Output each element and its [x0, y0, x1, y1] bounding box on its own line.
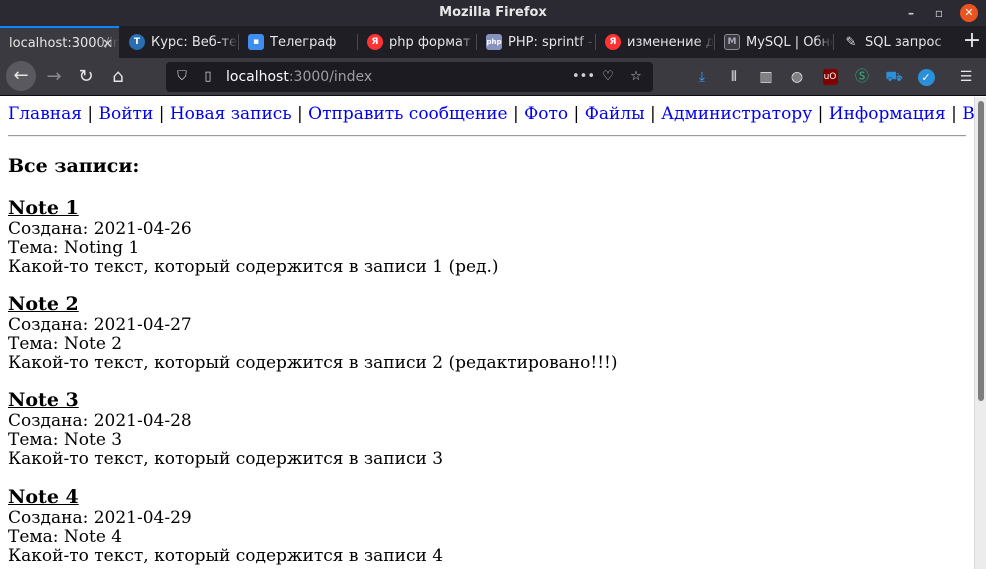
- metanit-icon: M: [724, 34, 740, 50]
- forward-arrow-icon[interactable]: →: [40, 63, 68, 91]
- yandex-icon: Я: [605, 34, 621, 50]
- nav-link-login[interactable]: Войти: [99, 104, 154, 124]
- note-created: Создана: 2021-04-28: [8, 411, 192, 431]
- extension-s-icon[interactable]: Ⓢ: [852, 67, 872, 87]
- tab-php-date[interactable]: Я php формат даты: [358, 26, 476, 58]
- scrollbar-thumb[interactable]: [978, 101, 984, 401]
- library-icon[interactable]: ⫴: [724, 67, 744, 87]
- nav-link-home[interactable]: Главная: [8, 104, 82, 124]
- extension-bird-icon[interactable]: ✓: [916, 67, 936, 87]
- hamburger-menu-icon[interactable]: ☰: [956, 67, 976, 87]
- tab-strip: localhost:3000/index ✕ T Курс: Веб-техно…: [0, 26, 986, 58]
- nav-link-files[interactable]: Файлы: [585, 104, 645, 124]
- note-topic: Тема: Note 3: [8, 430, 123, 450]
- url-path: :3000/index: [288, 69, 373, 85]
- vertical-scrollbar[interactable]: [974, 97, 986, 569]
- note-topic: Тема: Note 2: [8, 334, 123, 354]
- ublock-icon[interactable]: uO: [820, 67, 840, 87]
- back-arrow-icon[interactable]: ←: [6, 61, 36, 91]
- tab-label: Телеграф: [270, 34, 337, 50]
- page-info-icon[interactable]: ▯: [198, 67, 218, 87]
- course-icon: T: [129, 34, 145, 50]
- tab-php-sprintf[interactable]: php PHP: sprintf - Manual: [477, 26, 595, 58]
- tab-mysql[interactable]: M MySQL | Обновление: [715, 26, 833, 58]
- tab-date-change[interactable]: Я изменение даты: [596, 26, 714, 58]
- sidebar-icon[interactable]: ▥: [756, 67, 776, 87]
- site-navigation: Главная | Войти | Новая запись | Отправи…: [8, 104, 974, 124]
- cart-icon[interactable]: ⛟: [884, 67, 904, 87]
- divider: [8, 135, 966, 137]
- tab-label: Курс: Веб-технологии: [151, 34, 238, 50]
- more-actions-icon[interactable]: •••: [572, 67, 595, 87]
- sql-icon: ✎: [845, 34, 857, 50]
- download-icon[interactable]: ⤓: [692, 67, 712, 87]
- nav-link-logout[interactable]: Выйти: [962, 104, 974, 124]
- nav-link-photo[interactable]: Фото: [524, 104, 568, 124]
- tab-course[interactable]: T Курс: Веб-технологии: [120, 26, 238, 58]
- tab-label: MySQL | Обновление: [746, 34, 833, 50]
- page-content: Главная | Войти | Новая запись | Отправи…: [0, 97, 974, 569]
- note-text: Какой-то текст, который содержится в зап…: [8, 449, 444, 469]
- note-title-link[interactable]: Note 1: [8, 196, 499, 220]
- minimize-icon[interactable]: –: [902, 4, 920, 22]
- page-title: Все записи:: [8, 155, 140, 177]
- note-text: Какой-то текст, который содержится в зап…: [8, 546, 444, 566]
- url-bar[interactable]: ⛉ ▯ localhost:3000/index ••• ♡ ☆: [166, 62, 653, 92]
- nav-link-new-note[interactable]: Новая запись: [170, 104, 292, 124]
- tab-sql[interactable]: ✎ SQL запрос: [834, 26, 952, 58]
- new-tab-button[interactable]: +: [958, 26, 986, 58]
- tab-localhost[interactable]: localhost:3000/index ✕: [0, 26, 119, 58]
- note-created: Создана: 2021-04-27: [8, 315, 192, 335]
- note-created: Создана: 2021-04-26: [8, 219, 192, 239]
- close-tab-icon[interactable]: ✕: [102, 37, 113, 52]
- shield-icon[interactable]: ⛉: [172, 67, 192, 87]
- tab-telegraph[interactable]: ▪ Телеграф: [239, 26, 357, 58]
- url-host: localhost: [226, 69, 289, 85]
- note-item: Note 4 Создана: 2021-04-29 Тема: Note 4 …: [8, 485, 443, 566]
- note-topic: Тема: Noting 1: [8, 238, 140, 258]
- navigation-toolbar: ← → ↻ ⌂ ⛉ ▯ localhost:3000/index ••• ♡ ☆…: [0, 58, 986, 96]
- nav-link-send-message[interactable]: Отправить сообщение: [308, 104, 507, 124]
- note-title-link[interactable]: Note 4: [8, 485, 443, 509]
- tab-label: PHP: sprintf - Manual: [508, 34, 595, 50]
- note-item: Note 1 Создана: 2021-04-26 Тема: Noting …: [8, 196, 499, 277]
- note-item: Note 2 Создана: 2021-04-27 Тема: Note 2 …: [8, 292, 618, 373]
- note-item: Note 3 Создана: 2021-04-28 Тема: Note 3 …: [8, 388, 443, 469]
- window-titlebar: Mozilla Firefox – ▫ ✕: [0, 0, 986, 26]
- nav-link-info[interactable]: Информация: [829, 104, 946, 124]
- url-text[interactable]: localhost:3000/index: [226, 69, 372, 85]
- telegraph-icon: ▪: [248, 34, 264, 50]
- note-created: Создана: 2021-04-29: [8, 508, 192, 528]
- tab-label: php формат даты: [389, 34, 476, 50]
- nav-link-admin[interactable]: Администратору: [661, 104, 812, 124]
- home-icon[interactable]: ⌂: [104, 63, 132, 91]
- note-title-link[interactable]: Note 3: [8, 388, 443, 412]
- close-window-icon[interactable]: ✕: [960, 4, 978, 22]
- note-text: Какой-то текст, который содержится в зап…: [8, 257, 499, 277]
- note-text: Какой-то текст, который содержится в зап…: [8, 353, 618, 373]
- bookmark-star-icon[interactable]: ☆: [626, 67, 646, 87]
- tab-label: изменение даты: [627, 34, 714, 50]
- note-title-link[interactable]: Note 2: [8, 292, 618, 316]
- window-title: Mozilla Firefox: [439, 5, 547, 20]
- php-icon: php: [486, 34, 502, 50]
- globe-icon[interactable]: ◍: [787, 67, 807, 87]
- pocket-icon[interactable]: ♡: [598, 67, 618, 87]
- tab-label: SQL запрос: [865, 34, 942, 50]
- yandex-icon: Я: [367, 34, 383, 50]
- reload-icon[interactable]: ↻: [72, 63, 100, 91]
- maximize-icon[interactable]: ▫: [930, 4, 948, 22]
- note-topic: Тема: Note 4: [8, 527, 123, 547]
